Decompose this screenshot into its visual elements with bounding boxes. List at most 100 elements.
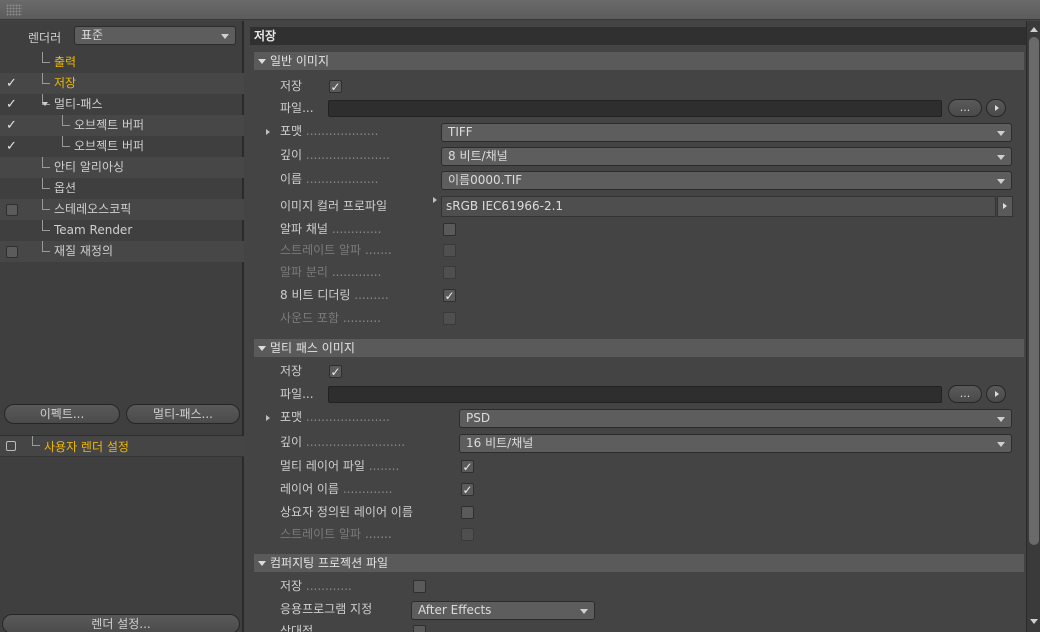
regular-depth-dropdown[interactable]: 8 비트/채널 bbox=[441, 147, 1012, 166]
profile-menu-button[interactable] bbox=[997, 196, 1013, 217]
check-icon[interactable]: ✓ bbox=[6, 77, 18, 90]
multipass-layer-file-checkbox[interactable]: ✓ bbox=[461, 460, 474, 473]
renderer-dropdown[interactable]: 표준 bbox=[74, 26, 236, 45]
save-settings-panel: 저장 일반 이미지 저장 ✓ 파일... ... 포맷 ............… bbox=[246, 21, 1040, 632]
multipass-user-layer-name-checkbox[interactable] bbox=[461, 506, 474, 519]
tree-item-label: Team Render bbox=[54, 223, 133, 237]
chevron-down-icon bbox=[997, 442, 1005, 447]
scroll-up-icon[interactable] bbox=[1030, 27, 1038, 32]
separate-alpha-label: 알파 분리 bbox=[280, 265, 328, 279]
regular-alpha-checkbox[interactable] bbox=[443, 223, 456, 236]
multipass-depth-dropdown[interactable]: 16 비트/채널 bbox=[459, 434, 1012, 453]
regular-name-dropdown[interactable]: 이름0000.TIF bbox=[441, 171, 1012, 190]
tree-item-save[interactable]: ✓ 저장 bbox=[0, 73, 244, 94]
checkbox[interactable] bbox=[6, 246, 18, 258]
compositing-project-header[interactable]: 컴퍼지팅 프로젝션 파일 bbox=[254, 554, 1024, 572]
tree-item-object-buffer-1[interactable]: ✓ 오브젝트 버퍼 bbox=[0, 115, 244, 136]
depth-label: 깊이 bbox=[280, 435, 303, 449]
check-icon[interactable]: ✓ bbox=[6, 98, 18, 111]
regular-dither-checkbox[interactable]: ✓ bbox=[443, 289, 456, 302]
name-value: 이름0000.TIF bbox=[448, 173, 523, 187]
app-label: 응용프로그램 지정 bbox=[280, 602, 373, 616]
compositing-save-row: 저장 ............ bbox=[280, 579, 352, 593]
tree-item-options[interactable]: 옵션 bbox=[0, 178, 244, 199]
name-label: 이름 bbox=[280, 172, 303, 186]
check-icon[interactable]: ✓ bbox=[6, 140, 18, 153]
tree-item-label: 옵션 bbox=[54, 181, 77, 195]
regular-profile-row: 이미지 컬러 프로파일 bbox=[280, 196, 387, 217]
multipass-format-dropdown[interactable]: PSD bbox=[459, 409, 1012, 428]
multipass-button[interactable]: 멀티-패스... bbox=[126, 404, 240, 424]
expand-arrow-icon[interactable] bbox=[266, 129, 270, 135]
relative-label: 상대적 bbox=[280, 624, 314, 632]
regular-sound-checkbox[interactable] bbox=[443, 312, 456, 325]
scrollbar-thumb[interactable] bbox=[1029, 37, 1039, 545]
profile-label: 이미지 컬러 프로파일 bbox=[280, 199, 387, 213]
tree-item-stereoscopic[interactable]: 스테레오스코픽 bbox=[0, 199, 244, 220]
tree-item-antialiasing[interactable]: 안티 알리아싱 bbox=[0, 157, 244, 178]
regular-file-browse-button[interactable]: ... bbox=[948, 99, 982, 117]
multipass-file-browse-button[interactable]: ... bbox=[948, 385, 982, 403]
render-settings-sidebar: 렌더러 표준 출력 ✓ 저장 ✓ 멀티-패스 ✓ 오브젝트 버퍼 ✓ 오브젝트 … bbox=[0, 21, 244, 632]
tree-item-multipass[interactable]: ✓ 멀티-패스 bbox=[0, 94, 244, 115]
regular-format-dropdown[interactable]: TIFF bbox=[441, 123, 1012, 142]
renderer-value: 표준 bbox=[81, 28, 104, 42]
chevron-down-icon bbox=[258, 346, 266, 351]
profile-value: sRGB IEC61966-2.1 bbox=[446, 199, 564, 213]
save-label: 저장 bbox=[280, 579, 303, 593]
straight-alpha-label: 스트레이트 알파 bbox=[280, 243, 362, 257]
compositing-relative-row: 상대적 bbox=[280, 621, 313, 632]
regular-profile-field[interactable]: sRGB IEC61966-2.1 bbox=[441, 196, 996, 217]
tree-item-object-buffer-2[interactable]: ✓ 오브젝트 버퍼 bbox=[0, 136, 244, 157]
regular-save-row: 저장 bbox=[280, 76, 302, 97]
regular-alpha-row: 알파 채널 ............. bbox=[280, 222, 382, 236]
tree-item-label: 재질 재정의 bbox=[54, 244, 114, 258]
regular-separate-alpha-checkbox[interactable] bbox=[443, 266, 456, 279]
compositing-relative-checkbox[interactable] bbox=[413, 625, 426, 632]
grip-icon[interactable] bbox=[6, 4, 22, 16]
section-label: 멀티 패스 이미지 bbox=[270, 341, 355, 355]
regular-file-menu-button[interactable] bbox=[986, 99, 1006, 117]
format-label: 포맷 bbox=[280, 124, 303, 138]
format-value: PSD bbox=[466, 411, 491, 425]
effect-button[interactable]: 이펙트... bbox=[4, 404, 120, 424]
renderer-row: 렌더러 표준 bbox=[0, 24, 244, 48]
checkbox[interactable] bbox=[6, 204, 18, 216]
sidebar-button-row: 이펙트... 멀티-패스... bbox=[0, 404, 244, 426]
multipass-image-header[interactable]: 멀티 패스 이미지 bbox=[254, 339, 1024, 357]
multipass-file-input[interactable] bbox=[328, 386, 942, 403]
user-render-settings-row[interactable]: 사용자 렌더 설정 bbox=[0, 435, 244, 457]
regular-straight-alpha-checkbox[interactable] bbox=[443, 244, 456, 257]
format-label: 포맷 bbox=[280, 410, 303, 424]
tree-item-team-render[interactable]: Team Render bbox=[0, 220, 244, 241]
depth-label: 깊이 bbox=[280, 148, 303, 162]
regular-save-checkbox[interactable]: ✓ bbox=[329, 80, 342, 93]
multipass-layer-name-checkbox[interactable]: ✓ bbox=[461, 483, 474, 496]
chevron-down-icon bbox=[221, 34, 229, 39]
scroll-down-icon[interactable] bbox=[1030, 619, 1038, 624]
scrollbar[interactable] bbox=[1026, 21, 1040, 632]
check-icon[interactable]: ✓ bbox=[6, 119, 18, 132]
multipass-straight-alpha-checkbox[interactable] bbox=[461, 528, 474, 541]
tree-item-label: 출력 bbox=[54, 55, 77, 69]
regular-file-input[interactable] bbox=[328, 100, 942, 117]
expand-arrow-icon[interactable] bbox=[266, 415, 270, 421]
expand-arrow-icon[interactable] bbox=[42, 102, 48, 106]
tree-line bbox=[42, 199, 50, 210]
regular-straight-alpha-row: 스트레이트 알파 ....... bbox=[280, 243, 392, 257]
multipass-file-menu-button[interactable] bbox=[986, 385, 1006, 403]
tree-item-output[interactable]: 출력 bbox=[0, 52, 244, 73]
save-label: 저장 bbox=[280, 79, 303, 93]
regular-image-header[interactable]: 일반 이미지 bbox=[254, 52, 1024, 70]
regular-dither-row: 8 비트 디더링 ......... bbox=[280, 288, 389, 302]
render-settings-button[interactable]: 렌더 설정... bbox=[2, 614, 240, 632]
compositing-save-checkbox[interactable] bbox=[413, 580, 426, 593]
multipass-depth-row: 깊이 .......................... bbox=[280, 435, 406, 449]
multipass-layer-file-row: 멀티 레이어 파일 ........ bbox=[280, 459, 400, 473]
arrow-right-icon bbox=[995, 391, 999, 397]
expand-arrow-icon[interactable] bbox=[433, 197, 437, 203]
layer-name-label: 레이어 이름 bbox=[280, 482, 340, 496]
tree-item-material-override[interactable]: 재질 재정의 bbox=[0, 241, 244, 262]
multipass-save-checkbox[interactable]: ✓ bbox=[329, 365, 342, 378]
compositing-app-dropdown[interactable]: After Effects bbox=[411, 601, 595, 620]
